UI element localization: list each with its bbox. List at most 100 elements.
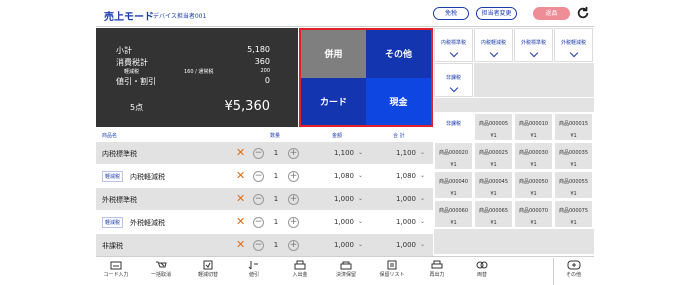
delete-icon[interactable]: ✕ [236,170,245,181]
item-qty[interactable]: 1 [271,172,281,180]
toolbar-label: 再出力 [429,272,445,278]
product-button[interactable]: 商品000040 ¥1 [434,171,473,199]
chevron-down-icon[interactable]: ⌄ [420,242,425,248]
change-staff-button[interactable]: 担当者変更 [476,7,517,20]
chevron-down-icon[interactable]: ⌄ [358,196,363,202]
product-button[interactable]: 商品000055 ¥1 [554,171,593,199]
category-tab[interactable]: 内税標準税 [434,28,473,62]
minus-icon[interactable]: − [253,171,264,182]
product-button[interactable]: 商品000005 ¥1 [474,113,513,141]
subtotal-label: 小計 [116,46,132,55]
product-price: ¥1 [530,191,537,197]
product-button[interactable]: 商品000050 ¥1 [514,171,553,199]
chevron-down-icon[interactable]: ⌄ [358,173,363,179]
refresh-icon[interactable] [576,6,590,20]
chevron-down-icon[interactable]: ⌄ [420,150,425,156]
product-button[interactable]: 非課税 [434,113,473,141]
product-button[interactable]: 商品000020 ¥1 [434,142,473,170]
chevron-down-icon[interactable]: ⌄ [420,196,425,202]
product-button[interactable]: 商品000060 ¥1 [434,200,473,228]
plus-icon[interactable]: + [288,217,299,228]
item-qty[interactable]: 1 [271,195,281,203]
plus-icon[interactable]: + [288,194,299,205]
product-button[interactable]: 商品000065 ¥1 [474,200,513,228]
item-row[interactable]: 軽減税 内税軽減税 ✕ − 1 + 1,080 ⌄ 1,080 ⌄ [96,165,433,188]
minus-icon[interactable]: − [253,194,264,205]
category-label: 外税軽減税 [560,40,586,46]
cancel-all-button[interactable]: 一括取消 [141,258,181,285]
product-button[interactable]: 商品000025 ¥1 [474,142,513,170]
payment-hold-button[interactable]: 決済保留 [326,258,366,285]
product-grid: 内税標準税 内税軽減税 外税標準税 外税軽減税 非課税 非課税 商品000005… [434,28,594,254]
product-button[interactable]: 商品000035 ¥1 [554,142,593,170]
delete-icon[interactable]: ✕ [236,147,245,158]
item-qty[interactable]: 1 [271,218,281,226]
item-price[interactable]: 1,000 [326,241,354,249]
category-tab[interactable]: 外税軽減税 [554,28,593,62]
toolbar-label: 決済保留 [335,272,356,278]
split-payment-button[interactable]: 併用 [301,30,366,78]
item-name: 外税標準税 [102,196,137,204]
minus-icon[interactable]: − [253,148,264,159]
product-button[interactable]: 商品000010 ¥1 [514,113,553,141]
category-tab[interactable]: 内税軽減税 [474,28,513,62]
item-row[interactable]: 軽減税 外税軽減税 ✕ − 1 + 1,000 ⌄ 1,000 ⌄ [96,211,433,234]
exchange-button[interactable]: 両替 [462,258,502,285]
chevron-down-icon[interactable]: ⌄ [358,219,363,225]
delete-icon[interactable]: ✕ [236,216,245,227]
item-price[interactable]: 1,000 [326,218,354,226]
product-price: ¥1 [530,220,537,226]
product-button[interactable]: 商品000015 ¥1 [554,113,593,141]
product-button[interactable]: 商品000030 ¥1 [514,142,553,170]
item-price[interactable]: 1,100 [326,149,354,157]
product-name: 商品000065 [478,208,509,214]
product-button[interactable]: 商品000045 ¥1 [474,171,513,199]
item-row[interactable]: 非課税 ✕ − 1 + 1,000 ⌄ 1,000 ⌄ [96,234,433,257]
category-tab[interactable]: 外税標準税 [514,28,553,62]
more-button[interactable]: その他 [553,258,593,285]
minus-icon[interactable]: − [253,217,264,228]
chevron-down-icon[interactable]: ⌄ [420,219,425,225]
product-button[interactable]: 商品000070 ¥1 [514,200,553,228]
category-filler [474,63,594,97]
toolbar-label: 両替 [476,272,487,278]
delete-icon[interactable]: ✕ [236,239,245,250]
tax-free-button[interactable]: 免税 [433,7,469,20]
product-name: 商品000035 [558,150,589,156]
other-payment-button[interactable]: その他 [366,30,431,78]
item-qty[interactable]: 1 [271,149,281,157]
item-row[interactable]: 内税標準税 ✕ − 1 + 1,100 ⌄ 1,100 ⌄ [96,142,433,165]
item-price[interactable]: 1,000 [326,195,354,203]
chevron-down-icon [449,48,458,58]
hold-list-button[interactable]: 保留リスト [372,258,412,285]
reduced-tax-switch-button[interactable]: 軽減切替 [188,258,228,285]
plus-icon[interactable]: + [288,171,299,182]
delete-icon[interactable]: ✕ [236,193,245,204]
plus-icon[interactable]: + [288,240,299,251]
toolbar-label: 保留リスト [379,272,405,278]
reprint-button[interactable]: 再出力 [417,258,457,285]
item-total: 1,000 [395,241,416,249]
toolbar-label: 軽減切替 [197,272,218,278]
item-count: 5点 [130,103,144,112]
cash-payment-button[interactable]: 現金 [366,77,431,125]
item-qty[interactable]: 1 [271,241,281,249]
chevron-down-icon[interactable]: ⌄ [358,150,363,156]
refund-button[interactable]: 返品 [533,7,570,20]
chevron-down-icon[interactable]: ⌄ [420,173,425,179]
header-bar: 売上モード デバイス担当者001 免税 担当者変更 返品 [96,3,594,23]
item-price[interactable]: 1,080 [326,172,354,180]
category-tab[interactable]: 非課税 [434,63,473,97]
code-input-button[interactable]: コード入力 [96,258,136,285]
discount-button[interactable]: 値引 [234,258,274,285]
item-row[interactable]: 外税標準税 ✕ − 1 + 1,000 ⌄ 1,000 ⌄ [96,188,433,211]
grid-bottom-filler [434,229,594,254]
header-divider [96,26,594,27]
product-button[interactable]: 商品000075 ¥1 [554,200,593,228]
minus-icon[interactable]: − [253,240,264,251]
product-price: ¥1 [490,220,497,226]
plus-icon[interactable]: + [288,148,299,159]
chevron-down-icon[interactable]: ⌄ [358,242,363,248]
cash-in-out-button[interactable]: 入出金 [280,258,320,285]
card-payment-button[interactable]: カード [301,77,366,125]
